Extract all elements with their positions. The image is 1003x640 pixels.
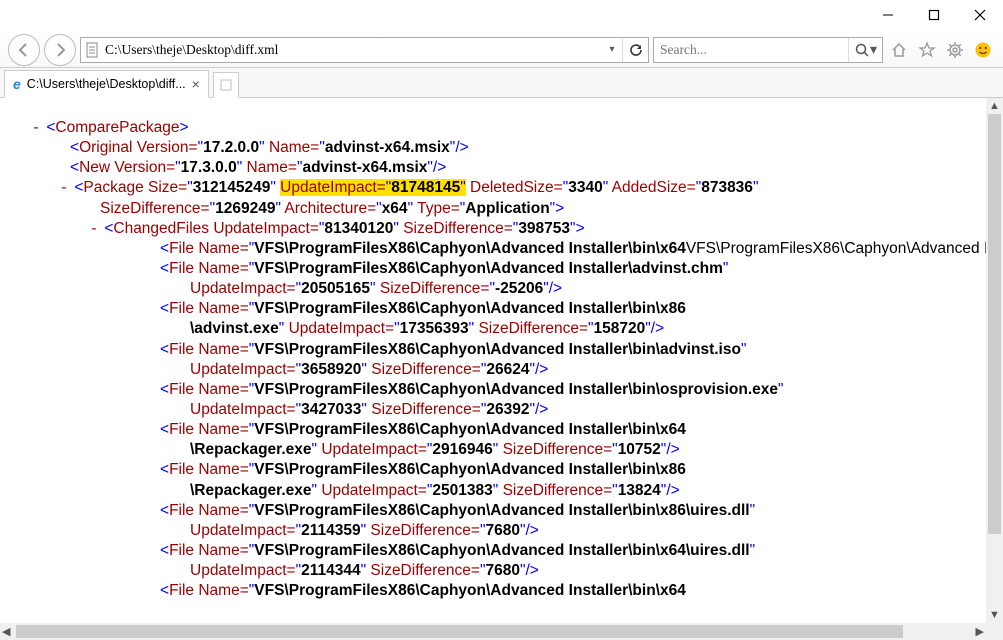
tab-title: C:\Users\theje\Desktop\diff...	[27, 77, 186, 91]
scroll-up-icon[interactable]: ▲	[989, 100, 1000, 112]
toolbar: ▾ ▾	[0, 32, 1003, 68]
tab-close-button[interactable]: ×	[192, 76, 200, 92]
scroll-right-icon[interactable]: ▶	[976, 625, 984, 638]
horizontal-scroll-thumb[interactable]	[16, 625, 903, 638]
document-icon	[81, 42, 103, 58]
ie-icon: e	[13, 76, 21, 92]
tab-active[interactable]: e C:\Users\theje\Desktop\diff... ×	[4, 70, 209, 98]
title-bar	[0, 0, 1003, 32]
scroll-down-icon[interactable]: ▼	[989, 609, 1000, 621]
url-input[interactable]	[103, 42, 602, 58]
horizontal-scrollbar[interactable]: ◀ ▶	[0, 623, 986, 640]
minimize-button[interactable]	[865, 0, 911, 30]
close-button[interactable]	[957, 0, 1003, 30]
new-tab-button[interactable]	[213, 72, 239, 98]
home-icon[interactable]	[887, 38, 911, 62]
tab-bar: e C:\Users\theje\Desktop\diff... ×	[0, 68, 1003, 98]
favorites-icon[interactable]	[915, 38, 939, 62]
maximize-button[interactable]	[911, 0, 957, 30]
search-icon[interactable]: ▾	[848, 38, 882, 62]
forward-button[interactable]	[44, 34, 76, 66]
xml-viewer: - <ComparePackage><Original Version="17.…	[0, 98, 986, 623]
vertical-scroll-thumb[interactable]	[988, 114, 1001, 534]
url-dropdown[interactable]: ▾	[602, 44, 622, 55]
address-bar[interactable]: ▾	[80, 37, 649, 63]
search-bar[interactable]: ▾	[653, 37, 883, 63]
back-button[interactable]	[8, 34, 40, 66]
vertical-scrollbar[interactable]: ▲ ▼	[986, 98, 1003, 623]
refresh-button[interactable]	[622, 38, 648, 62]
smiley-icon[interactable]	[971, 38, 995, 62]
scroll-corner	[986, 623, 1003, 640]
scroll-left-icon[interactable]: ◀	[2, 625, 10, 638]
search-input[interactable]	[654, 42, 848, 58]
tools-icon[interactable]	[943, 38, 967, 62]
